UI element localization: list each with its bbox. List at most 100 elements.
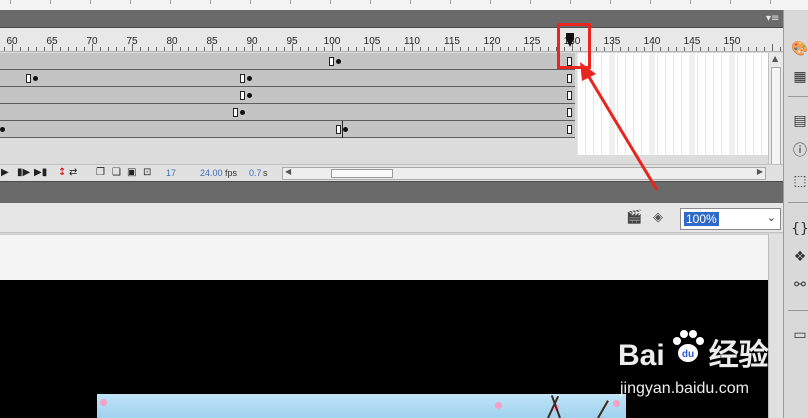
- ruler-tick: [220, 47, 221, 51]
- frame-ruler[interactable]: 6065707580859095100105110115120125130135…: [0, 28, 783, 52]
- align-icon[interactable]: ▦: [791, 68, 808, 86]
- current-frame[interactable]: 17: [166, 168, 176, 178]
- paw-logo-icon: du: [673, 330, 704, 362]
- loop-icon[interactable]: ⇄: [69, 167, 77, 178]
- keyframe-end[interactable]: [336, 125, 341, 134]
- ruler-tick: [636, 47, 637, 51]
- strip-tick: [250, 0, 251, 4]
- pasteboard[interactable]: [0, 234, 768, 280]
- watermark-brand: Bai: [618, 339, 665, 372]
- keyframe[interactable]: [343, 127, 348, 132]
- keyframe[interactable]: [240, 110, 245, 115]
- keyframe[interactable]: [336, 59, 341, 64]
- layer-row[interactable]: [0, 70, 575, 87]
- ruler-tick: [140, 47, 141, 51]
- layer-row[interactable]: [0, 104, 575, 121]
- go-to-last-frame-icon[interactable]: ▶▮: [34, 167, 47, 178]
- onion-skin-outlines-icon[interactable]: ❑: [112, 167, 121, 178]
- layer-row[interactable]: [0, 53, 575, 70]
- motion-presets-icon[interactable]: ⚯: [791, 276, 808, 294]
- keyframe-end[interactable]: [233, 108, 238, 117]
- strip-tick: [450, 0, 451, 4]
- ruler-tick: [388, 47, 389, 51]
- frame-end-marker[interactable]: [567, 108, 572, 117]
- edit-symbols-icon[interactable]: ◈: [653, 210, 663, 225]
- ruler-tick: [324, 47, 325, 51]
- ruler-tick: [524, 47, 525, 51]
- ruler-tick: [364, 47, 365, 51]
- zoom-select[interactable]: 100% ⌄: [680, 208, 781, 230]
- onion-skin-icon[interactable]: ❐: [96, 167, 105, 178]
- edit-scene-icon[interactable]: 🎬: [626, 210, 642, 225]
- ruler-tick: [492, 44, 493, 51]
- project-icon[interactable]: ▭: [791, 326, 808, 344]
- ruler-tick: [508, 47, 509, 51]
- stage-artwork[interactable]: [97, 394, 626, 418]
- ruler-tick: [468, 47, 469, 51]
- keyframe-end[interactable]: [329, 57, 334, 66]
- ruler-tick: [628, 47, 629, 51]
- frame-end-marker[interactable]: [567, 125, 572, 134]
- step-forward-icon[interactable]: ▮▶: [17, 167, 30, 178]
- panel-splitter[interactable]: [0, 181, 783, 203]
- layer-row[interactable]: [0, 87, 575, 104]
- timeline-horizontal-scrollbar[interactable]: ◀ ▶: [282, 167, 766, 180]
- ruler-tick: [484, 47, 485, 51]
- frame-column: [745, 53, 746, 155]
- keyframe[interactable]: [247, 93, 252, 98]
- ruler-tick: [724, 47, 725, 51]
- ruler-tick: [100, 47, 101, 51]
- keyframe-end[interactable]: [240, 91, 245, 100]
- transform-icon[interactable]: ⬚: [791, 172, 808, 190]
- ruler-tick: [228, 47, 229, 51]
- empty-frame-area[interactable]: [577, 53, 768, 155]
- keyframe[interactable]: [247, 76, 252, 81]
- ruler-tick: [420, 47, 421, 51]
- ruler-tick: [708, 47, 709, 51]
- frame-column: [673, 53, 674, 155]
- strip-tick: [170, 0, 171, 4]
- ruler-tick: [412, 44, 413, 51]
- components-icon[interactable]: ❖: [791, 248, 808, 266]
- ruler-tick: [180, 47, 181, 51]
- ruler-tick: [596, 47, 597, 51]
- panel-menu-icon[interactable]: ▾≡: [766, 13, 779, 24]
- frame-end-marker[interactable]: [567, 91, 572, 100]
- frame-column: [633, 53, 634, 155]
- timeline-panel-header[interactable]: [0, 10, 808, 28]
- strip-tick: [650, 0, 651, 4]
- keyframe[interactable]: [33, 76, 38, 81]
- ruler-tick: [308, 47, 309, 51]
- frame-column: [713, 53, 714, 155]
- keyframe-end[interactable]: [240, 74, 245, 83]
- stage-vertical-scrollbar[interactable]: [768, 234, 783, 418]
- timeline-controls: ▶ ▮▶ ▶▮ ↕ ⇄ ❐ ❑ ▣ ⊡ 17 24.00 fps 0.7 s ◀…: [0, 164, 783, 182]
- strip-tick: [370, 0, 371, 4]
- edit-multiple-frames-icon[interactable]: ▣: [127, 167, 136, 178]
- ruler-tick: [716, 47, 717, 51]
- play-icon[interactable]: ▶: [1, 167, 9, 178]
- ruler-tick: [236, 47, 237, 51]
- ruler-tick: [164, 47, 165, 51]
- ruler-tick: [4, 47, 5, 51]
- layer-row[interactable]: [0, 121, 575, 138]
- center-frame-icon[interactable]: ↕: [58, 167, 66, 178]
- info-icon[interactable]: ⓘ: [791, 142, 808, 160]
- ruler-tick: [372, 44, 373, 51]
- ruler-tick: [756, 47, 757, 51]
- ruler-tick: [652, 44, 653, 51]
- edit-bar: 🎬 ◈ 100% ⌄: [0, 203, 783, 233]
- scroll-thumb[interactable]: [771, 67, 781, 175]
- library-icon[interactable]: ▤: [791, 112, 808, 130]
- frame-column: [753, 53, 754, 155]
- color-swatches-icon[interactable]: 🎨: [791, 40, 808, 58]
- keyframe[interactable]: [0, 127, 5, 132]
- scroll-thumb[interactable]: [331, 169, 393, 178]
- frame-rate[interactable]: 24.00: [200, 168, 223, 178]
- modify-onion-markers-icon[interactable]: ⊡: [143, 167, 151, 178]
- keyframe-end[interactable]: [26, 74, 31, 83]
- code-snippets-icon[interactable]: {}: [791, 220, 808, 238]
- chevron-down-icon[interactable]: ⌄: [767, 211, 776, 224]
- ruler-tick: [612, 44, 613, 51]
- frame-end-marker[interactable]: [567, 74, 572, 83]
